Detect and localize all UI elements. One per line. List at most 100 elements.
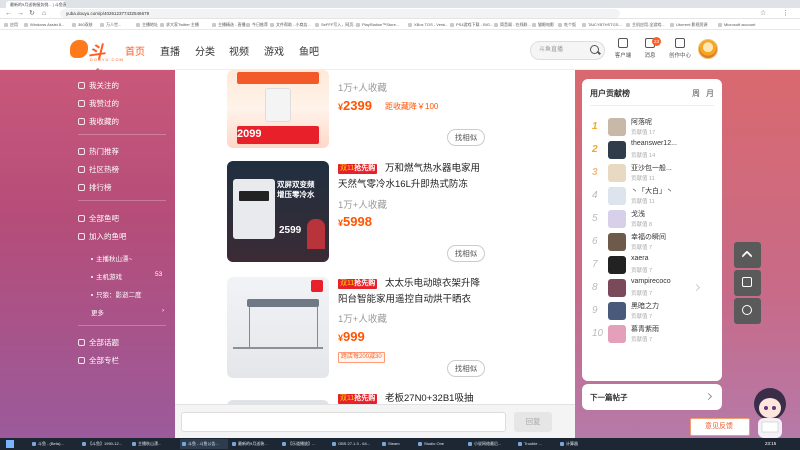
rank-row[interactable]: 9 黑暗之力 贡献值 7 [582,301,722,323]
rank-row[interactable]: 2 theanswer12... 贡献值 14 [582,140,722,162]
bookmark-item[interactable]: Utorrent 影视资源 [670,20,708,29]
rank-row[interactable]: 3 亚沙包一般... 贡献值 11 [582,163,722,185]
product-image[interactable]: 2099 [227,70,329,148]
sidebar-item-all-yuba[interactable]: 全部鱼吧 [78,213,119,224]
bookmark-item[interactable]: PS4游戏下载 - BIG... [450,20,493,29]
nav-games[interactable]: 游戏 [264,43,284,58]
sidebar-more[interactable]: 更多 [91,307,104,317]
sidebar-sub-item[interactable]: 主机游戏 [91,271,122,281]
find-similar-button[interactable]: 找相似 [447,360,485,377]
home-icon[interactable]: ⌂ [42,9,46,18]
back-icon[interactable]: ← [5,9,12,18]
taskbar-item[interactable]: 主播秋山漂... [130,439,178,449]
sidebar-item-liked[interactable]: 我赞过的 [78,98,119,109]
taskbar-item[interactable]: 斗鱼 - 斗鱼公告... [180,439,228,449]
nav-yuba[interactable]: 鱼吧 [299,43,319,58]
taskbar-item[interactable]: 计算器 [558,439,592,449]
taskbar-item[interactable]: OBS 27.1.3 - 64... [330,439,378,449]
sidebar-item-joined[interactable]: 加入的鱼吧 [78,231,127,242]
reply-button[interactable]: 回复 [514,412,552,432]
browser-tab-active[interactable]: 最新的9月送装服务挑... | 斗鱼直播 [6,1,66,8]
bookmark-item[interactable]: 猫眼电影 [532,20,554,29]
product-image[interactable] [227,277,329,378]
taskbar-item[interactable]: 【乐道播放】... [280,439,328,449]
taskbar-item[interactable]: 斗鱼 - (Beta)... [30,439,78,449]
product-title[interactable]: 太太乐电动晾衣架升降 [385,276,560,292]
sidebar-item-topics[interactable]: 全部话题 [78,337,119,348]
bookmark-item[interactable]: 吃个饭 [558,20,576,29]
search-icon[interactable] [590,45,599,54]
bookmark-item[interactable]: 求大家Twitter 主播 [160,20,199,29]
brand-icon [311,280,323,292]
share-button[interactable] [734,298,761,324]
nav-category[interactable]: 分类 [195,43,215,58]
nav-video[interactable]: 视频 [229,43,249,58]
product-title[interactable]: 天然气零冷水16L升即热式防冻 [338,177,513,193]
taskbar-item[interactable]: 最新的9月送装... [230,439,278,449]
bookmark-item[interactable]: 万人世... [100,20,121,29]
client-button[interactable]: 客户端 [611,38,635,64]
bookmark-item[interactable]: PlayStation™Store... [356,20,399,29]
heart-icon [78,82,85,89]
nav-home[interactable]: 首页 [125,43,145,58]
taskbar-item[interactable]: Steam [380,439,414,449]
sidebar-sub-item[interactable]: 主播秋山漂~ [91,253,132,263]
windows-start-icon[interactable] [6,440,14,448]
bookmark-item[interactable]: Windows Assist 8... [24,20,64,29]
reload-icon[interactable]: ↻ [29,9,35,18]
bookmark-item[interactable]: Microsoft account [718,20,755,29]
sidebar-item-leaderboard[interactable]: 排行榜 [78,182,112,193]
sidebar-item-following[interactable]: 我关注的 [78,80,119,91]
next-post-panel[interactable]: 下一篇帖子 [582,384,722,410]
bookmark-item[interactable]: 文件帮助 - 小商店... [270,20,311,29]
nav-live[interactable]: 直播 [160,43,180,58]
creator-button[interactable]: 创作中心 [665,38,695,64]
bookmark-item[interactable]: XBox TOS - Versi... [408,20,449,29]
star-bookmark-icon[interactable]: ☆ [760,9,766,18]
rank-row[interactable]: 5 戈浅 贡献值 8 [582,209,722,231]
browser-menu-icon[interactable]: ⋮ [782,9,789,18]
bookmark-item[interactable]: 主播精选 - 直播... [212,20,249,29]
address-bar[interactable]: yuba.douyu.com/p/402612377432546679 [60,9,620,18]
taskbar-item[interactable]: Studio One [416,439,464,449]
product-title[interactable]: 万和燃气热水器电家用 [385,161,560,177]
taskbar-item[interactable]: Trouble ... [516,439,556,449]
sidebar-item-hot[interactable]: 热门推荐 [78,146,119,157]
bookmark-item[interactable]: 应用 [4,20,18,29]
rank-row[interactable]: 4 丶「大白」丶 贡献值 11 [582,186,722,208]
sidebar-item-community[interactable]: 社区热榜 [78,164,119,175]
product-image[interactable]: 双屏双变频 增压零冷水 2599 [227,161,329,262]
bookmark-item[interactable]: 今日推荐 [246,20,268,29]
rank-tab-month[interactable]: 月 [706,88,714,99]
taskbar-item[interactable]: 【斗鱼】1990-12... [80,439,128,449]
find-similar-button[interactable]: 找相似 [447,129,485,146]
rank-row[interactable]: 6 幸福の瞬间 贡献值 7 [582,232,722,254]
product-title[interactable]: 阳台智能家用遥控自动烘干晒衣 [338,292,513,308]
rank-row[interactable]: 1 阿落呢 贡献值 17 [582,117,722,139]
rank-tab-week[interactable]: 周 [692,88,700,99]
bookmark-item[interactable]: 主机应用-全游戏... [626,20,665,29]
rank-row[interactable]: 7 xaera 贡献值 7 [582,255,722,277]
bookmark-item[interactable]: 简音阁 - 在线联... [494,20,531,29]
sidebar-sub-item[interactable]: 只狼：影逝二度 [91,289,142,299]
bookmark-item[interactable]: SeFFF写入，网页... [315,20,357,29]
rank-row[interactable]: 8 vampirecoco 贡献值 7 [582,278,722,300]
forward-icon[interactable]: → [17,9,24,18]
sidebar-item-columns[interactable]: 全部专栏 [78,355,119,366]
double11-badge-b: 抢先购 [354,165,376,172]
find-similar-button[interactable]: 找相似 [447,245,485,262]
bookmark-item[interactable]: TAICYBTHSTGS... [582,20,622,29]
comment-input[interactable] [181,412,506,432]
user-avatar[interactable] [698,39,718,59]
scroll-top-button[interactable] [734,242,761,268]
rank-name: theanswer12... [631,140,677,147]
taskbar-item[interactable]: 小说网络最后... [466,439,514,449]
bookmark-item[interactable]: 主播地址 [136,20,158,29]
bookmark-item[interactable]: 360双核 [72,20,93,29]
sidebar-item-favorites[interactable]: 我收藏的 [78,116,119,127]
rank-row[interactable]: 10 慕青紫雨 贡献值 7 [582,324,722,346]
rank-value: 贡献值 14 [631,153,656,159]
douyu-logo[interactable]: 斗鱼 DOUYU.COM [70,38,123,87]
feedback-button[interactable]: 意见反馈 [690,418,750,436]
edit-button[interactable] [734,270,761,296]
